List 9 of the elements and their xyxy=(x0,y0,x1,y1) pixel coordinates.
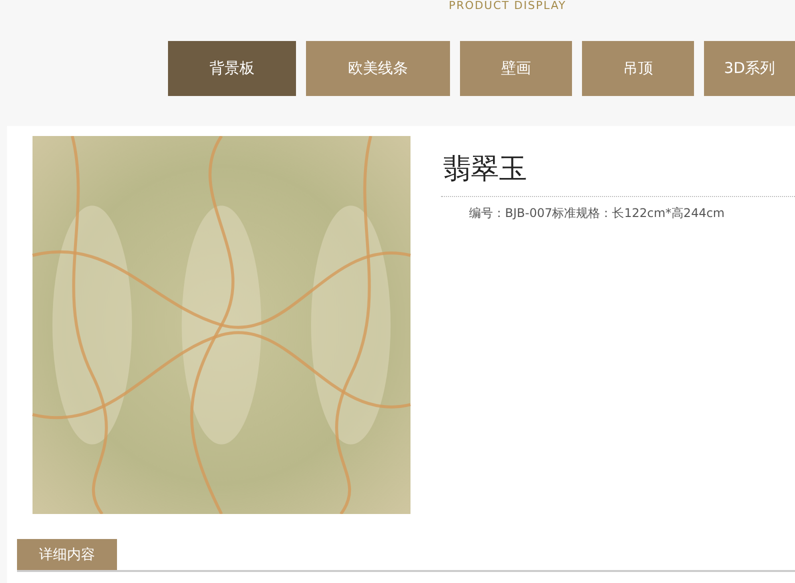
detail-tab[interactable]: 详细内容 xyxy=(17,539,117,570)
product-spec: 编号：BJB-007标准规格：长122cm*高244cm xyxy=(469,205,726,222)
category-tab[interactable]: 背景板 xyxy=(168,41,296,96)
category-tab[interactable]: 吊顶 xyxy=(582,41,694,96)
category-tab[interactable]: 欧美线条 xyxy=(306,41,450,96)
product-title: 翡翠玉 xyxy=(442,151,528,187)
category-tab[interactable]: 3D系列 xyxy=(704,41,795,96)
section-subtitle: PRODUCT DISPLAY xyxy=(448,0,566,12)
category-tab[interactable]: 壁画 xyxy=(460,41,572,96)
